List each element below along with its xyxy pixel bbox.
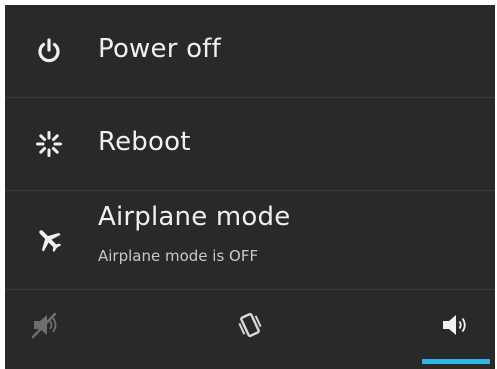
power-icon	[32, 34, 66, 68]
sound-mode-selector	[5, 290, 495, 369]
reboot-label: Reboot	[98, 127, 191, 157]
silent-mode-button[interactable]	[5, 290, 85, 369]
airplane-mode-toggle[interactable]: Airplane mode Airplane mode is OFF	[5, 191, 495, 290]
airplane-mode-status: Airplane mode is OFF	[98, 247, 259, 265]
speaker-muted-icon	[29, 309, 61, 345]
airplane-mode-label: Airplane mode	[98, 202, 291, 232]
reboot-button[interactable]: Reboot	[5, 98, 495, 191]
vibrate-icon	[234, 309, 266, 345]
airplane-icon	[32, 223, 66, 257]
power-off-label: Power off	[98, 34, 221, 64]
speaker-on-icon	[439, 309, 471, 345]
vibrate-mode-button[interactable]	[210, 290, 290, 369]
power-options-dialog: Power off Reboot Airplane mode Airplane …	[5, 5, 495, 369]
power-off-button[interactable]: Power off	[5, 5, 495, 98]
sound-on-mode-button[interactable]	[415, 290, 495, 369]
reboot-icon	[32, 127, 66, 161]
selected-mode-indicator	[422, 359, 490, 364]
